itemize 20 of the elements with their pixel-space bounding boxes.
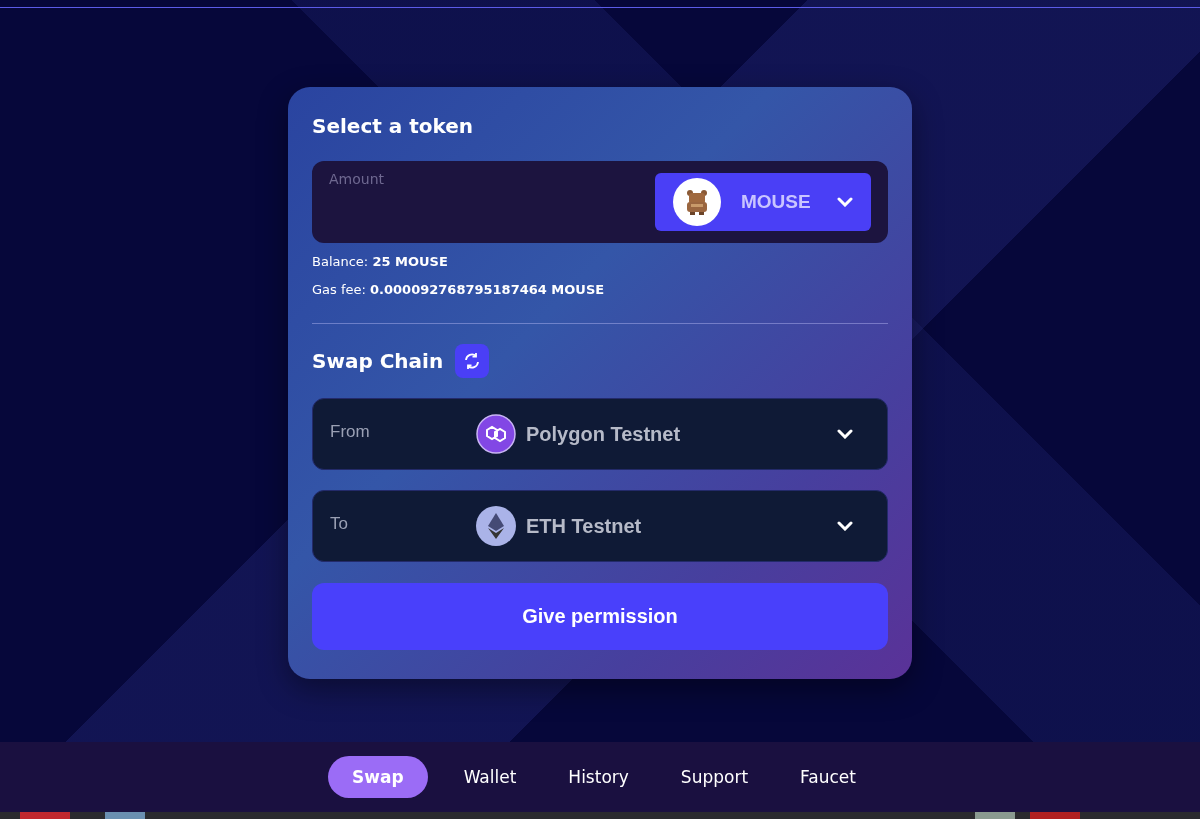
amount-field[interactable]: Amount (329, 161, 655, 197)
balance-text: Balance: 25 MOUSE (312, 253, 449, 271)
swap-button[interactable] (455, 344, 490, 378)
give-permission-button[interactable]: Give permission (312, 583, 888, 650)
nav-tab[interactable]: History (552, 756, 645, 798)
chain-select[interactable]: To ETH Testnet (312, 490, 888, 562)
section-title: Swap Chain (312, 348, 444, 375)
bear-icon (673, 178, 721, 226)
nav-tab[interactable]: Support (664, 756, 765, 798)
section-title: Select a token (312, 113, 475, 140)
token-select[interactable]: MOUSE (655, 173, 871, 231)
chevron-down-icon (837, 197, 853, 207)
gas-fee-text: Gas fee: 0.000092768795187464 MOUSE (312, 281, 606, 299)
nav-tab[interactable]: Swap (328, 756, 428, 798)
chain-select[interactable]: From Polygon Testnet (312, 398, 888, 470)
chain-link-icon (476, 414, 516, 454)
nav-tab[interactable]: Wallet (447, 756, 533, 798)
chevron-down-icon (837, 429, 853, 439)
chevron-down-icon (837, 521, 853, 531)
nav-tab[interactable]: Faucet (784, 756, 872, 798)
